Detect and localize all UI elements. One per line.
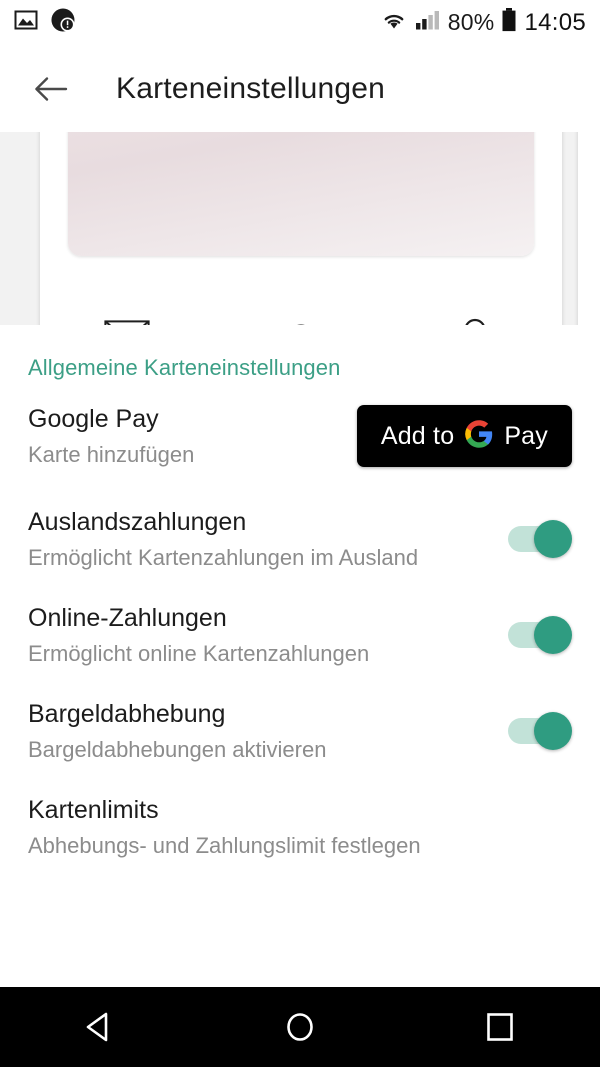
padlock-icon bbox=[455, 317, 495, 325]
nav-recents-icon[interactable] bbox=[455, 987, 545, 1067]
gpay-pay-label: Pay bbox=[504, 421, 548, 450]
status-bar: 80% 14:05 bbox=[0, 0, 600, 45]
rotate-arrow-icon bbox=[280, 319, 322, 325]
settings-row-google-pay[interactable]: Google Pay Karte hinzufügen Add to Pay bbox=[0, 381, 600, 491]
google-g-logo-icon bbox=[464, 419, 494, 454]
row-subtitle: Ermöglicht Kartenzahlungen im Ausland bbox=[28, 544, 419, 570]
row-title: Auslandszahlungen bbox=[28, 507, 247, 536]
nav-back-icon[interactable] bbox=[55, 987, 145, 1067]
row-title: Kartenlimits bbox=[28, 795, 159, 824]
battery-percent-label: 80% bbox=[447, 9, 495, 35]
row-text: Bargeldabhebung Bargeldabhebungen aktivi… bbox=[28, 698, 490, 764]
toggle-online-payments[interactable] bbox=[508, 616, 572, 654]
wifi-icon bbox=[380, 8, 408, 37]
action-reorder-card[interactable]: Neu bestellen bbox=[40, 319, 214, 325]
android-nav-bar bbox=[0, 987, 600, 1067]
row-title: Online-Zahlungen bbox=[28, 603, 227, 632]
status-bar-left-icons bbox=[14, 7, 76, 38]
status-bar-clock: 14:05 bbox=[524, 8, 586, 36]
row-title: Google Pay bbox=[28, 404, 159, 433]
row-subtitle: Bargeldabhebungen aktivieren bbox=[28, 736, 327, 762]
app-bar: Karteneinstellungen bbox=[0, 45, 600, 132]
row-subtitle: Abhebungs- und Zahlungslimit festlegen bbox=[28, 832, 421, 858]
battery-icon bbox=[501, 7, 517, 38]
row-subtitle: Ermöglicht online Kartenzahlungen bbox=[28, 640, 370, 666]
row-text: Kartenlimits Abhebungs- und Zahlungslimi… bbox=[28, 794, 572, 860]
row-text: Google Pay Karte hinzufügen bbox=[28, 403, 357, 469]
section-title-general-card-settings: Allgemeine Karteneinstellungen bbox=[28, 355, 341, 380]
phone-screen: 80% 14:05 Karteneinstellungen Allgemeine… bbox=[0, 0, 600, 1067]
card-carousel-next-card[interactable] bbox=[578, 132, 600, 325]
status-bar-right-icons: 80% 14:05 bbox=[380, 7, 586, 38]
card-carousel[interactable]: Neu bestellen PIN ändern bbox=[0, 132, 600, 325]
do-not-disturb-icon bbox=[50, 7, 76, 38]
toggle-cash-withdrawal[interactable] bbox=[508, 712, 572, 750]
card-artwork bbox=[68, 132, 534, 256]
settings-row-cash-withdrawal[interactable]: Bargeldabhebung Bargeldabhebungen aktivi… bbox=[0, 683, 600, 779]
back-arrow-icon[interactable] bbox=[28, 66, 74, 112]
page-title: Karteneinstellungen bbox=[116, 71, 385, 105]
toggle-thumb bbox=[534, 520, 572, 558]
settings-row-foreign-payments[interactable]: Auslandszahlungen Ermöglicht Kartenzahlu… bbox=[0, 491, 600, 587]
toggle-foreign-payments[interactable] bbox=[508, 520, 572, 558]
image-icon bbox=[14, 8, 38, 37]
add-to-google-pay-button[interactable]: Add to Pay bbox=[356, 405, 572, 467]
settings-list: Allgemeine Karteneinstellungen Google Pa… bbox=[0, 325, 600, 875]
card-action-row: Neu bestellen PIN ändern bbox=[40, 302, 562, 325]
toggle-thumb bbox=[534, 712, 572, 750]
envelope-icon bbox=[104, 319, 150, 325]
signal-bars-icon bbox=[415, 8, 441, 37]
toggle-thumb bbox=[534, 616, 572, 654]
row-subtitle: Karte hinzufügen bbox=[28, 441, 195, 467]
action-change-pin[interactable]: PIN ändern bbox=[214, 319, 388, 325]
settings-row-online-payments[interactable]: Online-Zahlungen Ermöglicht online Karte… bbox=[0, 587, 600, 683]
row-title: Bargeldabhebung bbox=[28, 699, 226, 728]
row-text: Online-Zahlungen Ermöglicht online Karte… bbox=[28, 602, 490, 668]
settings-row-card-limits[interactable]: Kartenlimits Abhebungs- und Zahlungslimi… bbox=[0, 779, 600, 875]
gpay-add-to-label: Add to bbox=[380, 421, 455, 450]
nav-home-icon[interactable] bbox=[255, 987, 345, 1067]
row-text: Auslandszahlungen Ermöglicht Kartenzahlu… bbox=[28, 506, 490, 572]
card-panel: Neu bestellen PIN ändern bbox=[40, 132, 562, 325]
action-block-card[interactable]: Sperren bbox=[388, 317, 562, 325]
